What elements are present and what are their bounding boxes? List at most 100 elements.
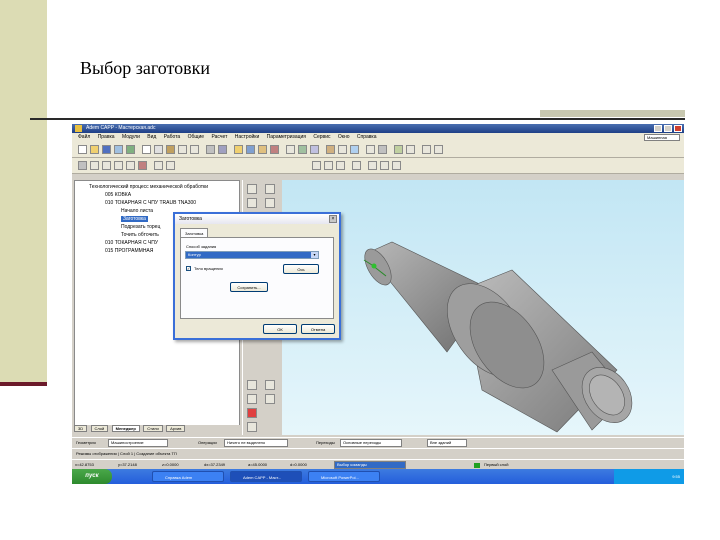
cross-icon[interactable] bbox=[265, 380, 275, 390]
menu-modules[interactable]: Модули bbox=[122, 134, 140, 140]
window-icon[interactable] bbox=[350, 145, 359, 154]
view-side-icon[interactable] bbox=[336, 161, 345, 170]
menu-service[interactable]: Сервис bbox=[313, 134, 330, 140]
taskbar-powerpoint[interactable]: Microsoft PowerPoi... bbox=[308, 471, 380, 482]
grid-icon[interactable] bbox=[206, 145, 215, 154]
3d-viewport[interactable] bbox=[282, 180, 684, 435]
undo-icon[interactable] bbox=[190, 145, 199, 154]
start-button[interactable]: пуск bbox=[72, 469, 112, 484]
dialog-close-button[interactable]: × bbox=[329, 215, 337, 223]
tree-item-015[interactable]: 015 ПРОГРАММНАЯ bbox=[105, 248, 153, 254]
scale-icon[interactable] bbox=[126, 161, 135, 170]
pencil-icon[interactable] bbox=[366, 145, 375, 154]
select-icon[interactable] bbox=[247, 184, 257, 194]
tree-item-turn[interactable]: Точить обточить bbox=[121, 232, 159, 238]
axis-icon[interactable] bbox=[247, 394, 257, 404]
maximize-button[interactable] bbox=[664, 125, 672, 132]
copy-icon[interactable] bbox=[154, 145, 163, 154]
tab-styles[interactable]: Стили bbox=[143, 425, 163, 432]
cut-icon[interactable] bbox=[178, 145, 187, 154]
parallel-icon[interactable] bbox=[265, 394, 275, 404]
calculator-icon[interactable] bbox=[338, 145, 347, 154]
menu-view[interactable]: Вид bbox=[147, 134, 156, 140]
arrow-icon[interactable] bbox=[265, 198, 275, 208]
axis-button[interactable]: Ось bbox=[283, 264, 319, 274]
menu-help[interactable]: Справка bbox=[357, 134, 377, 140]
view-top-icon[interactable] bbox=[324, 161, 333, 170]
point-icon[interactable] bbox=[247, 198, 257, 208]
help-icon[interactable] bbox=[434, 145, 443, 154]
chart-icon[interactable] bbox=[326, 145, 335, 154]
minimize-button[interactable] bbox=[654, 125, 662, 132]
wire-icon[interactable] bbox=[380, 161, 389, 170]
tree-item-005[interactable]: 005 КОВКА bbox=[105, 192, 131, 198]
tab-archive[interactable]: Архив bbox=[166, 425, 186, 432]
close-button[interactable] bbox=[674, 125, 682, 132]
brush-icon[interactable] bbox=[378, 145, 387, 154]
menu-settings[interactable]: Настройки bbox=[235, 134, 260, 140]
method-select[interactable]: Контур ▾ bbox=[185, 251, 319, 259]
network-icon[interactable] bbox=[126, 145, 135, 154]
shade-icon[interactable] bbox=[368, 161, 377, 170]
view-icon[interactable] bbox=[394, 145, 403, 154]
gear-icon[interactable] bbox=[286, 145, 295, 154]
menu-calc[interactable]: Расчет bbox=[211, 134, 227, 140]
hidden-icon[interactable] bbox=[392, 161, 401, 170]
tab-3d[interactable]: 3D bbox=[74, 425, 88, 432]
solid-of-revolution-checkbox[interactable]: ✓ bbox=[186, 266, 191, 271]
menu-parametrization[interactable]: Параметризация bbox=[267, 134, 306, 140]
taskbar-adem-help[interactable]: Справка Adem bbox=[152, 471, 224, 482]
cancel-button[interactable]: Отмена bbox=[301, 324, 335, 334]
tree-item-face[interactable]: Подрезать торец bbox=[121, 224, 160, 230]
page-icon[interactable] bbox=[142, 145, 151, 154]
delete-icon[interactable] bbox=[138, 161, 147, 170]
tab-manager[interactable]: Менеджер bbox=[111, 425, 140, 432]
document-icon[interactable] bbox=[258, 145, 267, 154]
filter-icon[interactable] bbox=[247, 422, 257, 432]
menu-general[interactable]: Общие bbox=[188, 134, 204, 140]
location-select[interactable]: Вне зданий bbox=[427, 439, 467, 447]
layers-icon[interactable] bbox=[218, 145, 227, 154]
menu-edit[interactable]: Правка bbox=[98, 134, 115, 140]
list-icon[interactable] bbox=[90, 161, 99, 170]
chevron-down-icon[interactable]: ▾ bbox=[311, 252, 318, 258]
rotate-icon[interactable] bbox=[166, 161, 175, 170]
open-folder-icon[interactable] bbox=[90, 145, 99, 154]
tree-item-blank[interactable]: Заготовка bbox=[121, 216, 148, 222]
tree-item-010b[interactable]: 010 ТОКАРНАЯ С ЧПУ bbox=[105, 240, 158, 246]
save-button[interactable]: Сохранить... bbox=[230, 282, 268, 292]
tree-item-010[interactable]: 010 ТОКАРНАЯ С ЧПУ TRAUB TNA300 bbox=[105, 200, 196, 206]
operations-select[interactable]: Ничего не выделено bbox=[224, 439, 288, 447]
dimension-icon[interactable] bbox=[247, 380, 257, 390]
tool-icon[interactable] bbox=[270, 145, 279, 154]
zoom-icon[interactable] bbox=[406, 145, 415, 154]
stop-icon[interactable] bbox=[247, 408, 257, 418]
mode-select[interactable]: Машинная bbox=[644, 134, 680, 141]
export-icon[interactable] bbox=[298, 145, 307, 154]
tab-layer[interactable]: Слой bbox=[90, 425, 109, 432]
move-icon[interactable] bbox=[114, 161, 123, 170]
fix-icon[interactable] bbox=[265, 184, 275, 194]
geometry-select[interactable]: Машиностроение bbox=[108, 439, 168, 447]
paste-icon[interactable] bbox=[166, 145, 175, 154]
table-icon[interactable] bbox=[310, 145, 319, 154]
save-icon[interactable] bbox=[102, 145, 111, 154]
view-iso-icon[interactable] bbox=[352, 161, 361, 170]
transitions-select[interactable]: Основные переходы bbox=[340, 439, 402, 447]
menu-work[interactable]: Работа bbox=[164, 134, 181, 140]
taskbar-adem-capp[interactable]: Adem CAPP - Маст... bbox=[230, 471, 302, 482]
ok-button[interactable]: ОК bbox=[263, 324, 297, 334]
menu-file[interactable]: Файл bbox=[78, 134, 90, 140]
tree-item-root[interactable]: Технологический процесс механической обр… bbox=[89, 184, 208, 190]
print-icon[interactable] bbox=[114, 145, 123, 154]
tree-item-start-sheet[interactable]: Начало листа bbox=[121, 208, 153, 214]
model-icon[interactable] bbox=[78, 161, 87, 170]
redo-icon[interactable] bbox=[154, 161, 163, 170]
new-file-icon[interactable] bbox=[78, 145, 87, 154]
folder-icon[interactable] bbox=[234, 145, 243, 154]
info-icon[interactable] bbox=[422, 145, 431, 154]
menu-window[interactable]: Окно bbox=[338, 134, 350, 140]
copy-tp-icon[interactable] bbox=[102, 161, 111, 170]
view-front-icon[interactable] bbox=[312, 161, 321, 170]
tree-icon[interactable] bbox=[246, 145, 255, 154]
